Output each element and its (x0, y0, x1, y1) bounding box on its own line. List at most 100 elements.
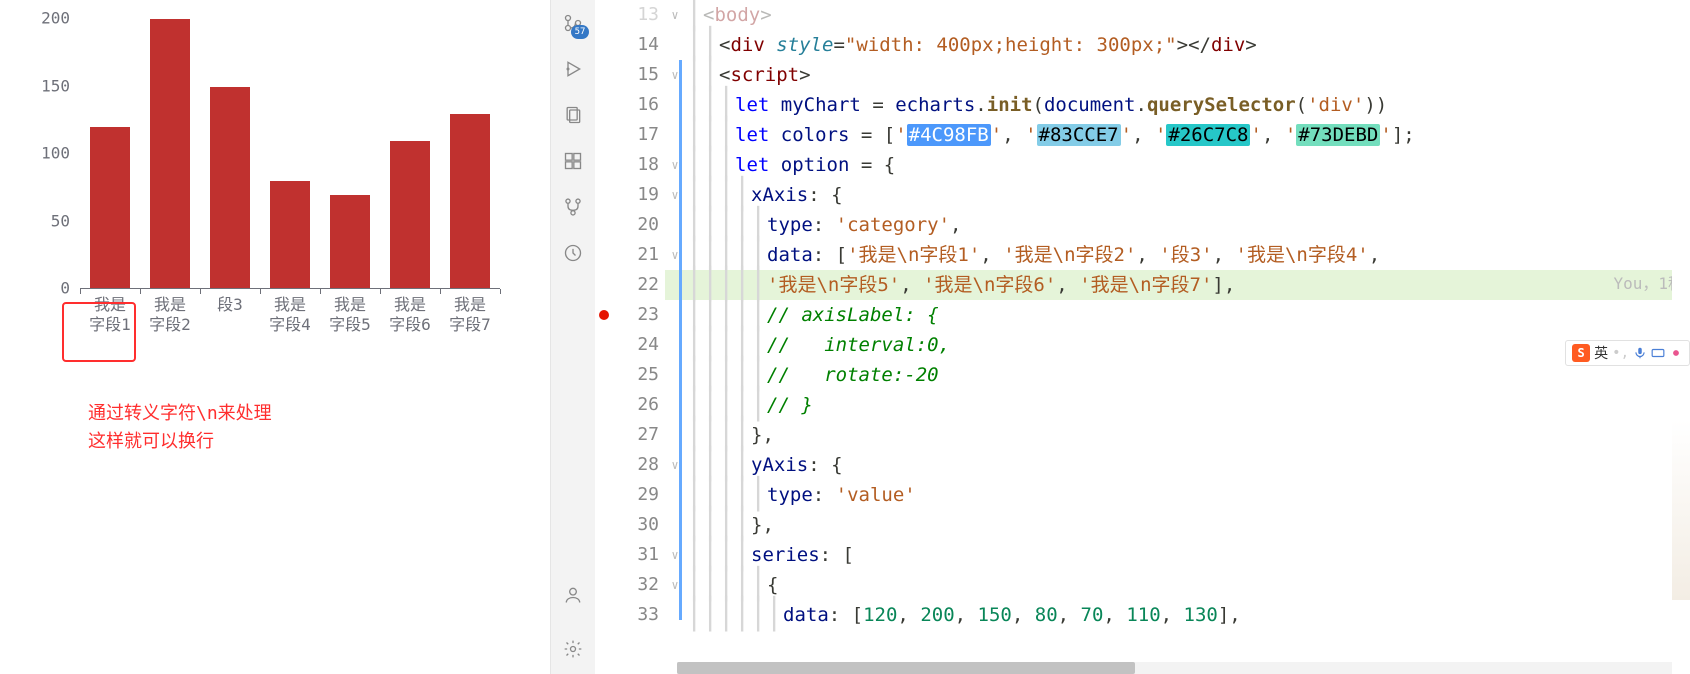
mic-icon[interactable] (1633, 346, 1647, 360)
indent-guide: │ (733, 240, 749, 270)
code-content[interactable]: series: [ (749, 540, 1690, 570)
indent-guide: │ (717, 420, 733, 450)
code-content[interactable]: type: 'category', (765, 210, 1690, 240)
code-line[interactable]: 18∨│││let option = { (595, 150, 1690, 180)
debug-icon[interactable] (556, 52, 590, 86)
code-content[interactable]: '我是\n字段5', '我是\n字段6', '我是\n字段7'], (765, 270, 1690, 300)
fold-chevron-icon[interactable]: ∨ (665, 240, 685, 270)
timeline-icon[interactable] (556, 236, 590, 270)
indent-guide: │ (701, 150, 717, 180)
code-content[interactable]: }, (749, 420, 1690, 450)
indent-guide: │ (685, 480, 701, 510)
code-line[interactable]: 27││││}, (595, 420, 1690, 450)
code-content[interactable]: <div style="width: 400px;height: 300px;"… (717, 30, 1690, 60)
fold-chevron-icon[interactable] (665, 270, 685, 300)
annotation-text: 通过转义字符\n来处理 这样就可以换行 (88, 400, 272, 456)
breakpoint-gutter[interactable] (595, 0, 613, 674)
fold-chevron-icon[interactable] (665, 360, 685, 390)
indent-guide: │ (733, 360, 749, 390)
fold-chevron-icon[interactable] (665, 420, 685, 450)
fold-chevron-icon[interactable]: ∨ (665, 150, 685, 180)
extensions-icon[interactable] (556, 144, 590, 178)
files-icon[interactable] (556, 98, 590, 132)
code-line[interactable]: 16│││let myChart = echarts.init(document… (595, 90, 1690, 120)
fold-chevron-icon[interactable] (665, 210, 685, 240)
indent-guide: │ (717, 480, 733, 510)
indent-guide: │ (685, 30, 701, 60)
horizontal-scrollbar[interactable] (677, 662, 1672, 674)
indent-guide: │ (685, 330, 701, 360)
code-line[interactable]: 21∨│││││data: ['我是\n字段1', '我是\n字段2', '段3… (595, 240, 1690, 270)
fold-chevron-icon[interactable]: ∨ (665, 180, 685, 210)
code-content[interactable]: <script> (717, 60, 1690, 90)
indent-guide: │ (717, 330, 733, 360)
source-control-icon[interactable]: 57 (556, 6, 590, 40)
code-content[interactable]: <body> (701, 0, 1690, 30)
fold-chevron-icon[interactable] (665, 510, 685, 540)
code-line[interactable]: 23│││││// axisLabel: { (595, 300, 1690, 330)
fold-chevron-icon[interactable]: ∨ (665, 540, 685, 570)
code-line[interactable]: 17│││let colors = ['#4C98FB', '#83CCE7',… (595, 120, 1690, 150)
code-line[interactable]: 32∨│││││{ (595, 570, 1690, 600)
minimap[interactable] (1672, 0, 1690, 600)
code-line[interactable]: 26│││││// } (595, 390, 1690, 420)
indent-guide: │ (717, 300, 733, 330)
fold-chevron-icon[interactable] (665, 90, 685, 120)
fold-chevron-icon[interactable]: ∨ (665, 450, 685, 480)
code-content[interactable]: // axisLabel: { (765, 300, 1690, 330)
code-line[interactable]: 24│││││// interval:0, (595, 330, 1690, 360)
fold-chevron-icon[interactable] (665, 390, 685, 420)
code-line[interactable]: 29│││││type: 'value' (595, 480, 1690, 510)
indent-guide: │ (749, 600, 765, 630)
fold-chevron-icon[interactable]: ∨ (665, 570, 685, 600)
code-content[interactable]: let myChart = echarts.init(document.quer… (733, 90, 1690, 120)
bar (90, 127, 130, 289)
code-editor-panel: 57 13∨│<body>14││<div style="width: 400p… (550, 0, 1690, 674)
settings-gear-icon[interactable] (556, 632, 590, 666)
breakpoint-icon[interactable] (599, 310, 609, 320)
code-content[interactable]: let option = { (733, 150, 1690, 180)
fold-chevron-icon[interactable] (665, 330, 685, 360)
code-content[interactable]: let colors = ['#4C98FB', '#83CCE7', '#26… (733, 120, 1690, 150)
code-line[interactable]: 14││<div style="width: 400px;height: 300… (595, 30, 1690, 60)
code-content[interactable]: // interval:0, (765, 330, 1690, 360)
fold-chevron-icon[interactable] (665, 300, 685, 330)
fold-chevron-icon[interactable] (665, 600, 685, 630)
indent-guide: │ (685, 510, 701, 540)
code-content[interactable]: // rotate:-20 (765, 360, 1690, 390)
code-content[interactable]: // } (765, 390, 1690, 420)
fold-chevron-icon[interactable]: ∨ (665, 0, 685, 30)
code-content[interactable]: type: 'value' (765, 480, 1690, 510)
code-content[interactable]: }, (749, 510, 1690, 540)
code-line[interactable]: 22│││││'我是\n字段5', '我是\n字段6', '我是\n字段7'],… (595, 270, 1690, 300)
code-content[interactable]: data: [120, 200, 150, 80, 70, 110, 130], (781, 600, 1690, 630)
tool-icon[interactable] (1669, 346, 1683, 360)
code-line[interactable]: 31∨││││series: [ (595, 540, 1690, 570)
code-line[interactable]: 15∨││<script> (595, 60, 1690, 90)
branch-icon[interactable] (556, 190, 590, 224)
code-line[interactable]: 30││││}, (595, 510, 1690, 540)
indent-guide: │ (701, 90, 717, 120)
code-line[interactable]: 19∨││││xAxis: { (595, 180, 1690, 210)
fold-chevron-icon[interactable] (665, 480, 685, 510)
code-line[interactable]: 13∨│<body> (595, 0, 1690, 30)
code-content[interactable]: xAxis: { (749, 180, 1690, 210)
indent-guide: │ (701, 30, 717, 60)
fold-chevron-icon[interactable] (665, 30, 685, 60)
code-line[interactable]: 33││││││data: [120, 200, 150, 80, 70, 11… (595, 600, 1690, 630)
indent-guide: │ (749, 570, 765, 600)
code-content[interactable]: data: ['我是\n字段1', '我是\n字段2', '段3', '我是\n… (765, 240, 1690, 270)
code-line[interactable]: 25│││││// rotate:-20 (595, 360, 1690, 390)
code-content[interactable]: { (765, 570, 1690, 600)
code-line[interactable]: 20│││││type: 'category', (595, 210, 1690, 240)
ime-lang-label[interactable]: 英 (1594, 343, 1608, 363)
scrollbar-thumb[interactable] (677, 662, 1135, 674)
ime-toolbar[interactable]: S 英 •, (1565, 340, 1690, 366)
keyboard-icon[interactable] (1651, 346, 1665, 360)
code-area[interactable]: 13∨│<body>14││<div style="width: 400px;h… (595, 0, 1690, 674)
account-icon[interactable] (556, 578, 590, 612)
fold-chevron-icon[interactable]: ∨ (665, 60, 685, 90)
code-line[interactable]: 28∨││││yAxis: { (595, 450, 1690, 480)
code-content[interactable]: yAxis: { (749, 450, 1690, 480)
fold-chevron-icon[interactable] (665, 120, 685, 150)
